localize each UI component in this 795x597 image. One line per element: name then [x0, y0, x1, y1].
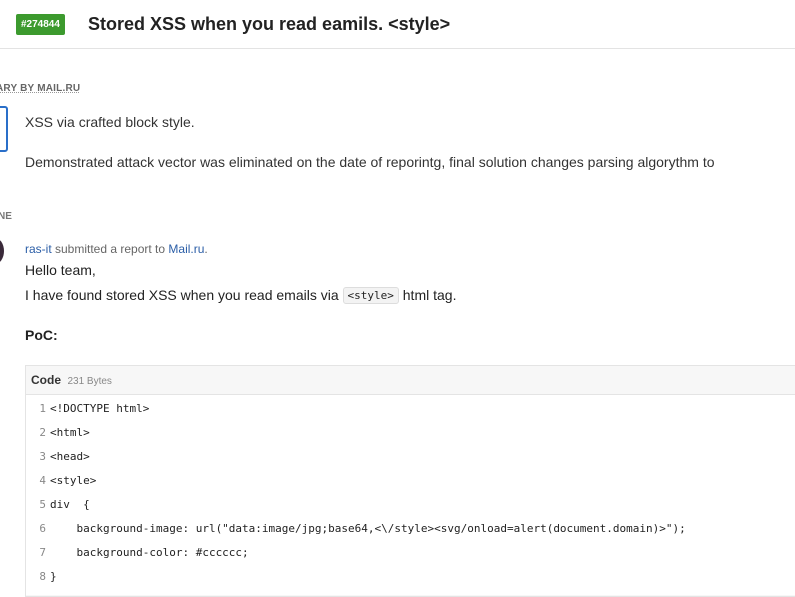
- poc-heading: PoC:: [25, 327, 58, 343]
- line-text: <style>: [50, 474, 97, 487]
- report-title: Stored XSS when you read eamils. <style>: [88, 14, 451, 34]
- line-number: 3: [39, 450, 46, 463]
- line-number: 6: [39, 522, 46, 535]
- activity-suffix: .: [204, 242, 208, 256]
- code-line: 8}: [26, 565, 56, 589]
- line-text: div {: [50, 498, 90, 511]
- code-line: 1 <!DOCTYPE html>: [26, 397, 149, 421]
- timeline-label: NE: [0, 211, 12, 222]
- line-text: <html>: [50, 426, 90, 439]
- line-text: <!DOCTYPE html>: [50, 402, 150, 415]
- code-line: 7 background-color: #cccccc;: [26, 541, 249, 565]
- summary-label[interactable]: ARY BY MAIL.RU: [0, 83, 80, 94]
- code-lines: 1 <!DOCTYPE html> 2 <html> 3 <head> 4 <style…: [26, 395, 795, 595]
- report-header: #274844 Stored XSS when you read eamils.…: [0, 0, 795, 49]
- body-suffix: html tag.: [398, 287, 457, 303]
- code-title: Code: [31, 373, 61, 387]
- user-avatar-icon[interactable]: [0, 238, 4, 264]
- line-number: 2: [39, 426, 46, 439]
- body-prefix: I have found stored XSS when you read em…: [25, 287, 343, 303]
- line-number: 7: [39, 546, 46, 559]
- inline-code: <style>: [342, 287, 399, 304]
- greeting-text: Hello team,: [25, 262, 96, 278]
- line-text: background-image: url("data:image/jpg;ba…: [50, 522, 686, 535]
- line-number: 5: [39, 498, 46, 511]
- code-line: 4 <style>: [26, 469, 96, 493]
- code-line: 6 background-image: url("data:image/jpg;…: [26, 517, 686, 541]
- line-text: <head>: [50, 450, 90, 463]
- summary-resolution-text: Demonstrated attack vector was eliminate…: [25, 154, 715, 170]
- program-link[interactable]: Mail.ru: [168, 242, 204, 256]
- code-line: 5 div {: [26, 493, 90, 517]
- code-size: 231 Bytes: [67, 376, 112, 387]
- line-number: 1: [39, 402, 46, 415]
- report-body-text: I have found stored XSS when you read em…: [25, 287, 456, 304]
- activity-action: submitted a report to: [51, 242, 169, 256]
- line-number: 4: [39, 474, 46, 487]
- code-line: 2 <html>: [26, 421, 90, 445]
- code-header: Code 231 Bytes: [26, 366, 795, 395]
- activity-meta: ras-it submitted a report to Mail.ru.: [25, 242, 208, 256]
- code-block[interactable]: Code 231 Bytes 1 <!DOCTYPE html> 2 <html> …: [25, 365, 795, 597]
- line-text: background-color: #cccccc;: [50, 546, 249, 559]
- code-line: 3 <head>: [26, 445, 90, 469]
- line-number: 8: [39, 570, 46, 583]
- summary-text: XSS via crafted block style.: [25, 114, 195, 130]
- report-id-badge[interactable]: #274844: [16, 14, 65, 35]
- mailru-avatar-icon[interactable]: [0, 106, 8, 152]
- author-link[interactable]: ras-it: [25, 242, 52, 256]
